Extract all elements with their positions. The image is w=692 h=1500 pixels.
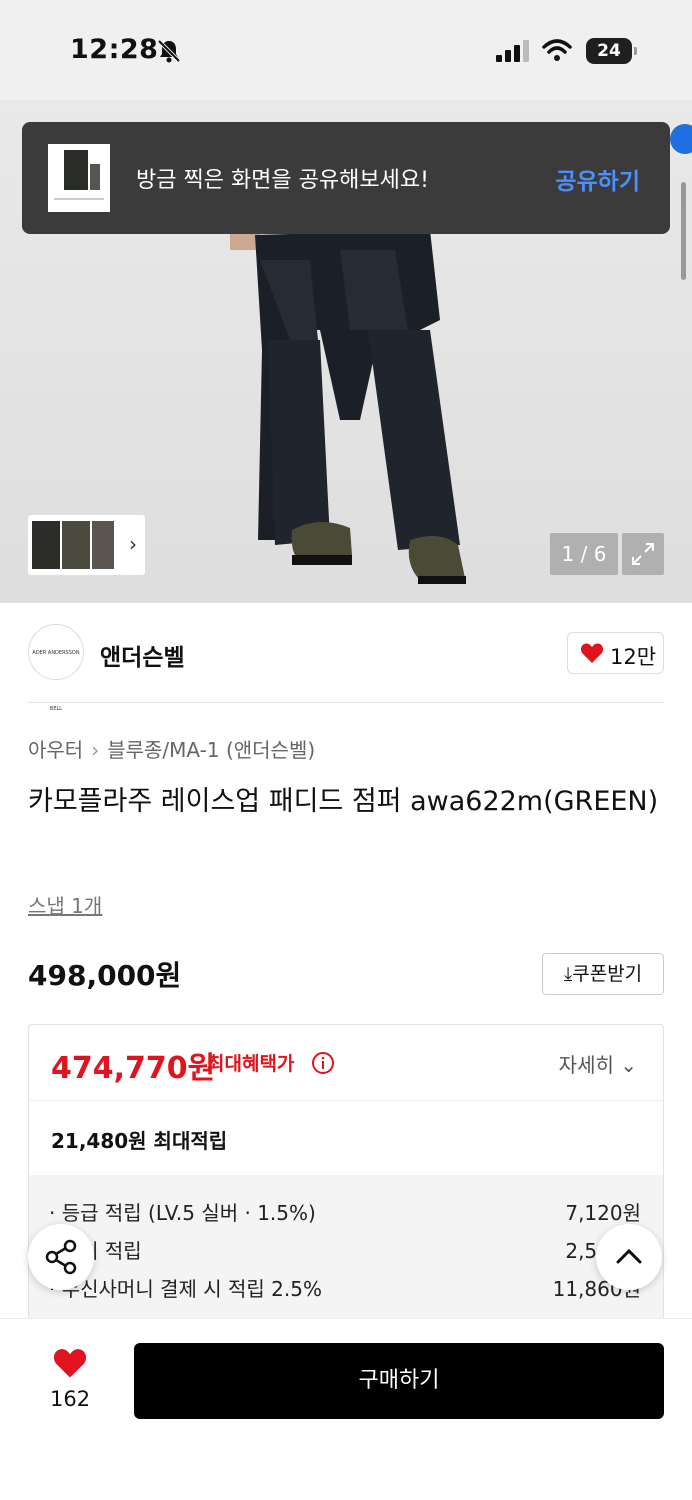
signal-icon	[496, 40, 529, 62]
bottom-action-bar: 162 구매하기	[0, 1318, 692, 1500]
brand-logo[interactable]: ADER ANDERSSON BELL	[28, 624, 84, 712]
thumbnail-strip[interactable]: ›	[28, 515, 145, 575]
benefit-panel: 474,770원 최대혜택가 자세히 ⌄ 21,480원 최대적립 · 등급 적…	[28, 1024, 664, 1324]
expand-button[interactable]	[622, 533, 664, 575]
status-bar: 12:28 24	[0, 0, 692, 100]
status-time: 12:28	[70, 34, 159, 65]
chevron-right-icon[interactable]: ›	[129, 532, 137, 556]
max-benefit-label: 최대혜택가	[207, 1053, 295, 1075]
battery-indicator: 24	[586, 38, 637, 64]
benefit-header: 474,770원 최대혜택가 자세히 ⌄	[29, 1025, 663, 1101]
notification-dot	[670, 124, 692, 154]
share-button[interactable]: 공유하기	[555, 162, 640, 196]
chevron-right-icon: ›	[91, 738, 100, 762]
brand-like-button[interactable]: 12만	[567, 632, 664, 674]
points-item-label: · 등급 적립 (LV.5 실버 · 1.5%)	[49, 1201, 316, 1225]
thumbnail-2[interactable]	[62, 521, 90, 569]
divider	[28, 702, 664, 703]
breadcrumb: 아우터 › 블루종/MA-1 (앤더슨벨)	[28, 734, 315, 763]
screenshot-thumbnail[interactable]	[48, 144, 110, 212]
product-price: 498,000원	[28, 959, 182, 992]
snap-link[interactable]: 스냅 1개	[28, 890, 102, 919]
like-count: 162	[50, 1387, 91, 1411]
share-toast: 방금 찍은 화면을 공유해보세요! 공유하기	[22, 122, 670, 234]
heart-icon	[580, 643, 604, 663]
scroll-top-fab[interactable]	[596, 1224, 662, 1290]
wifi-icon	[542, 39, 572, 61]
thumbnail-1[interactable]	[32, 521, 60, 569]
share-icon	[45, 1239, 77, 1275]
thumbnail-3[interactable]	[92, 521, 114, 569]
product-title: 카모플라주 레이스업 패디드 점퍼 awa622m(GREEN)	[28, 786, 659, 817]
max-benefit-price: 474,770원	[51, 1051, 216, 1086]
brand-name[interactable]: 앤더슨벨	[100, 638, 185, 672]
info-icon[interactable]	[311, 1051, 335, 1075]
breadcrumb-category[interactable]: 아우터	[28, 738, 83, 762]
brand-like-count: 12만	[610, 645, 657, 669]
download-icon: ⤓	[563, 963, 573, 985]
coupon-label: 쿠폰받기	[572, 963, 643, 985]
scrollbar[interactable]	[681, 182, 686, 280]
detail-label: 자세히	[558, 1053, 614, 1077]
share-fab[interactable]	[28, 1224, 94, 1290]
chevron-down-icon: ⌄	[620, 1053, 637, 1077]
bell-muted-icon	[157, 39, 181, 63]
screenshot-preview	[54, 150, 104, 200]
detail-toggle[interactable]: 자세히 ⌄	[559, 1049, 637, 1078]
points-breakdown: · 등급 적립 (LV.5 실버 · 1.5%) 7,120원 · 후기 적립 …	[29, 1175, 663, 1323]
breadcrumb-subcategory[interactable]: 블루종/MA-1 (앤더슨벨)	[107, 738, 315, 762]
heart-icon[interactable]	[52, 1347, 88, 1379]
points-item-value: 7,120원	[565, 1201, 641, 1225]
coupon-button[interactable]: ⤓쿠폰받기	[542, 953, 664, 995]
toast-message: 방금 찍은 화면을 공유해보세요!	[136, 168, 429, 193]
buy-button[interactable]: 구매하기	[134, 1343, 664, 1419]
image-counter: 1 / 6	[550, 533, 618, 575]
chevron-up-icon	[616, 1248, 642, 1264]
max-points: 21,480원 최대적립	[51, 1129, 228, 1153]
expand-icon	[632, 543, 654, 565]
